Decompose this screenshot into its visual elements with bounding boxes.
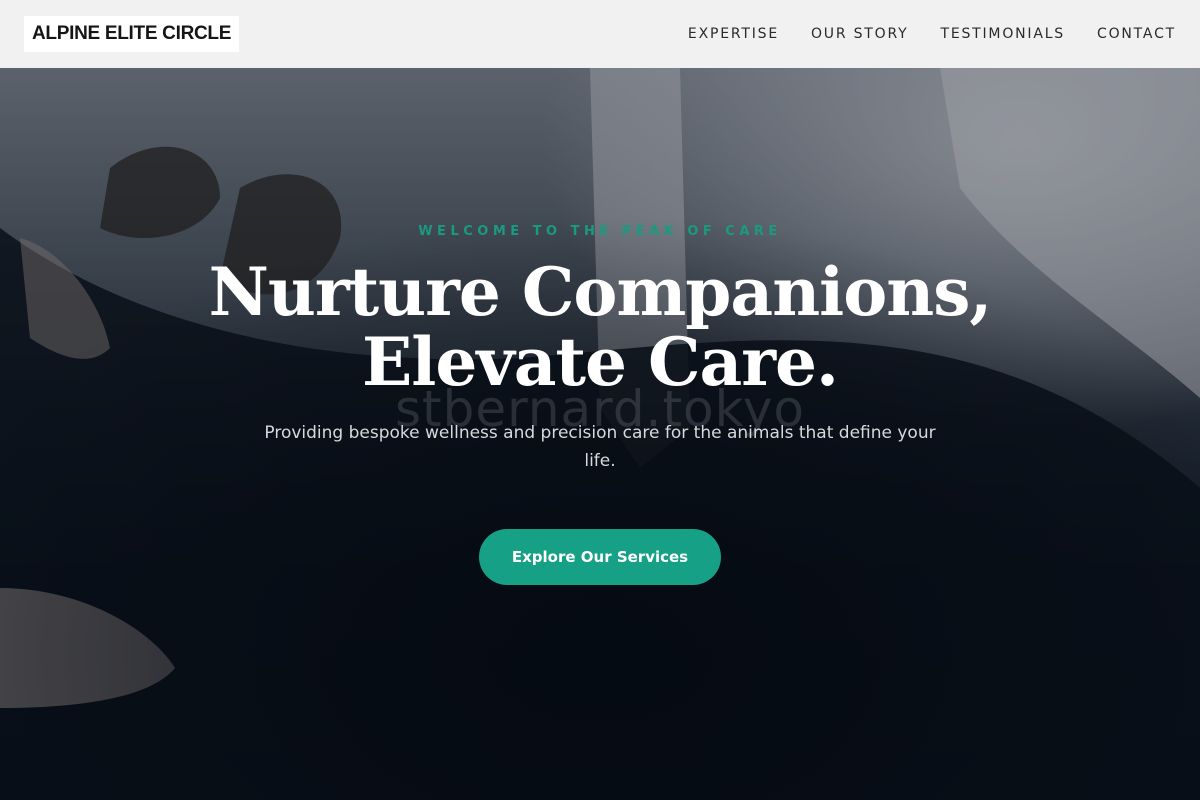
nav-link-contact[interactable]: CONTACT <box>1097 26 1176 42</box>
hero-subtitle: Providing bespoke wellness and precision… <box>264 423 936 471</box>
headline-line-2: Elevate Care. <box>362 323 839 401</box>
site-header: ALPINE ELITE CIRCLE EXPERTISE OUR STORY … <box>0 0 1200 68</box>
nav-link-our-story[interactable]: OUR STORY <box>811 26 909 42</box>
hero-content: WELCOME TO THE PEAK OF CARE Nurture Comp… <box>0 68 1200 800</box>
hero-headline: Nurture Companions, Elevate Care. <box>209 257 993 397</box>
hero-eyebrow: WELCOME TO THE PEAK OF CARE <box>418 224 782 239</box>
headline-line-1: Nurture Companions, <box>208 253 993 331</box>
explore-services-button[interactable]: Explore Our Services <box>479 529 721 585</box>
main-nav: EXPERTISE OUR STORY TESTIMONIALS CONTACT <box>688 26 1176 42</box>
nav-link-expertise[interactable]: EXPERTISE <box>688 26 779 42</box>
site-logo[interactable]: ALPINE ELITE CIRCLE <box>24 16 240 52</box>
nav-link-testimonials[interactable]: TESTIMONIALS <box>940 26 1065 42</box>
